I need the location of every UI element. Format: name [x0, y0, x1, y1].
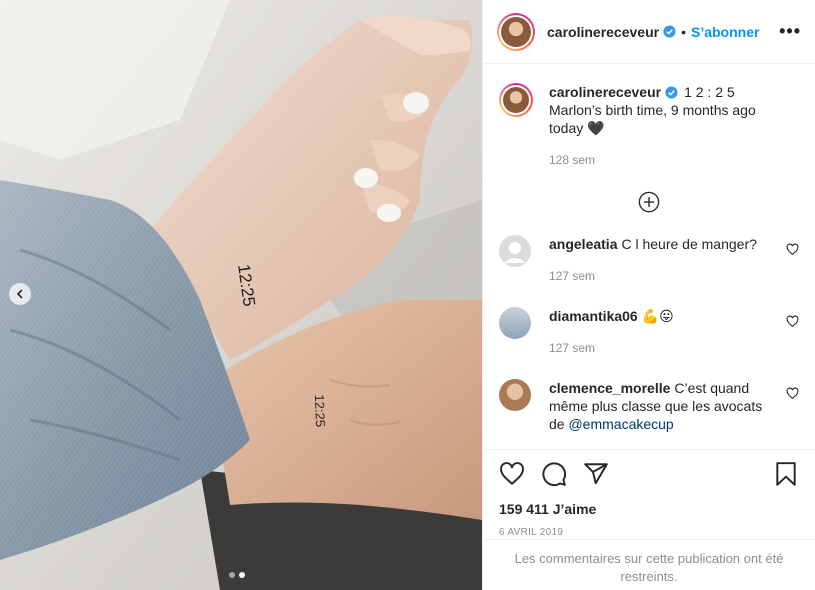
comment-text: C l heure de manger? [621, 236, 757, 252]
comment-age[interactable]: 127 sem [549, 267, 775, 285]
comment-item: diamantika06 💪😛 127 sem [499, 307, 799, 357]
bookmark-icon[interactable] [773, 461, 799, 487]
carousel-previous-button[interactable] [9, 283, 31, 305]
default-avatar-icon [499, 235, 531, 267]
caption-line-2: Marlon’s birth time, 9 months ago today … [549, 102, 756, 136]
comments-list: carolinereceveur 1 2 : 2 5 Marlon’s birth… [483, 65, 815, 449]
caption-avatar[interactable] [499, 83, 533, 117]
carousel-dot-active [239, 572, 245, 578]
caption: carolinereceveur 1 2 : 2 5 Marlon’s birth… [499, 83, 799, 169]
commenter-avatar[interactable] [499, 235, 531, 267]
comment-text: 💪😛 [641, 308, 674, 324]
carousel-indicator [229, 572, 245, 578]
header-separator: • [681, 23, 686, 40]
commenter-avatar[interactable] [499, 379, 531, 411]
commenter-avatar[interactable] [499, 307, 531, 339]
post-header: carolinereceveur • S’abonner ••• [483, 0, 815, 64]
more-options-button[interactable]: ••• [779, 21, 801, 42]
load-more-comments[interactable] [499, 191, 799, 213]
like-heart-icon[interactable] [499, 461, 525, 487]
comment-username[interactable]: clemence_morelle [549, 380, 670, 396]
comment-item: angeleatia C l heure de manger? 127 sem [499, 235, 799, 285]
post-actions: 159 411 J’aime 6 AVRIL 2019 [483, 449, 815, 538]
comment-item: clemence_morelle C’est quand même plus cl… [499, 379, 799, 433]
comment-mention-link[interactable]: @emmacakecup [568, 416, 673, 432]
verified-badge-icon [665, 86, 678, 99]
verified-badge-icon [663, 25, 676, 38]
like-comment-heart-icon[interactable] [786, 243, 799, 256]
post-date[interactable]: 6 AVRIL 2019 [499, 527, 799, 538]
post-side-panel: carolinereceveur • S’abonner ••• carolin… [482, 0, 815, 590]
comment-username[interactable]: diamantika06 [549, 308, 638, 324]
author-username[interactable]: carolinereceveur [547, 24, 659, 40]
post-photo[interactable]: 12:25 12:25 [0, 0, 482, 590]
comment-username[interactable]: angeleatia [549, 236, 617, 252]
plus-circle-icon [638, 191, 660, 213]
caption-username[interactable]: carolinereceveur [549, 84, 661, 100]
likes-count[interactable]: 159 411 J’aime [499, 501, 799, 517]
comment-bubble-icon[interactable] [541, 461, 567, 487]
author-avatar[interactable] [497, 12, 535, 51]
like-comment-heart-icon[interactable] [786, 315, 799, 328]
carousel-dot [229, 572, 235, 578]
instagram-post: 12:25 12:25 carolinereceveur • S’abonner [0, 0, 815, 590]
share-paper-plane-icon[interactable] [583, 461, 609, 487]
caption-line-1: 1 2 : 2 5 [684, 84, 735, 100]
caption-age[interactable]: 128 sem [549, 151, 775, 169]
chevron-left-icon [16, 289, 23, 299]
like-comment-heart-icon[interactable] [786, 387, 799, 400]
photo-hands-tattoos: 12:25 12:25 [0, 0, 482, 590]
comment-age[interactable]: 127 sem [549, 339, 775, 357]
follow-button[interactable]: S’abonner [691, 24, 759, 40]
comments-restricted-notice: Les commentaires sur cette publication o… [483, 539, 815, 590]
tattoo-1225-lower: 12:25 [312, 394, 328, 427]
